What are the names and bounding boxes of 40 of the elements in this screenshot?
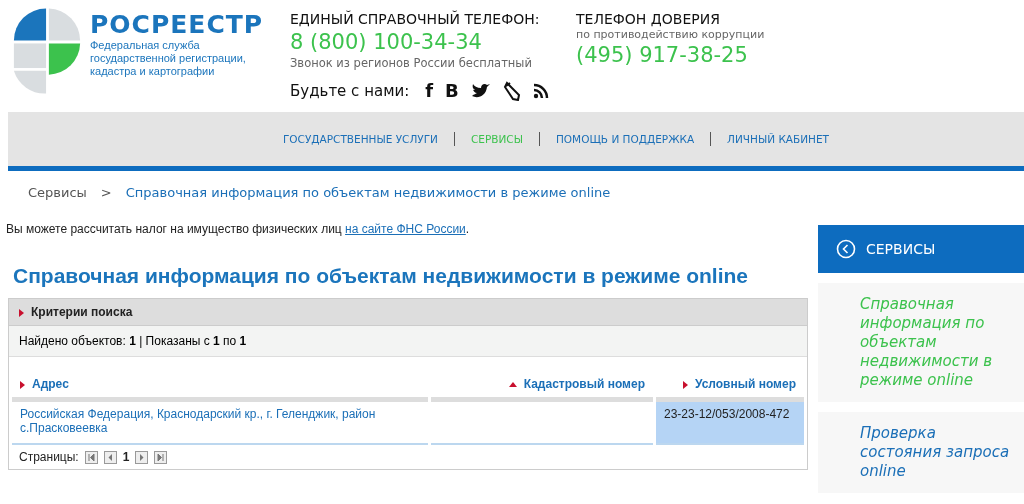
page-title: Справочная информация по объектам недвижимости в режиме online xyxy=(13,264,750,288)
social-link[interactable]: f xyxy=(425,80,434,101)
nav-item[interactable]: ЛИЧНЫЙ КАБИНЕТ xyxy=(727,133,830,145)
breadcrumb-separator: > xyxy=(100,185,112,200)
breadcrumb-link[interactable]: Справочная информация по объектам недвижимости в режиме online xyxy=(125,185,611,200)
table-cell: Российская Федерация, Краснодарский кр., г. Геленджик, район с.Прасковеевка xyxy=(12,402,428,445)
bird-icon[interactable] xyxy=(470,82,491,99)
notice-text: Вы можете рассчитать налог на имущество физических лиц на сайте ФНС России. xyxy=(6,222,471,236)
column-header[interactable]: Адрес xyxy=(20,377,69,391)
table-cell: 23-23-12/053/2008-472 xyxy=(656,402,804,445)
trust-line-title: ТЕЛЕФОН ДОВЕРИЯ xyxy=(576,10,721,28)
hotline-title: ЕДИНЫЙ СПРАВОЧНЫЙ ТЕЛЕФОН: xyxy=(290,10,541,28)
first-page-icon[interactable] xyxy=(84,450,98,464)
nav-item[interactable]: ГОСУДАРСТВЕННЫЕ УСЛУГИ xyxy=(282,133,438,145)
search-criteria-toggle[interactable]: Критерии поиска xyxy=(9,299,807,325)
trust-line-phone: (495) 917-38-25 xyxy=(576,42,749,69)
previous-page-icon[interactable] xyxy=(103,450,117,464)
sidebar-title: СЕРВИСЫ xyxy=(866,241,936,257)
pager-label: Страницы: xyxy=(19,450,79,464)
pencil-icon[interactable] xyxy=(502,80,521,101)
logo-title: РОСРЕЕСТР xyxy=(90,10,265,39)
column-header[interactable]: Кадастровый номер xyxy=(508,377,645,391)
next-page-icon[interactable] xyxy=(135,450,149,464)
column-header[interactable]: Условный номер xyxy=(682,377,796,391)
current-page: 1 xyxy=(122,450,130,464)
results-summary: Найдено объектов: 1 | Показаны с 1 по 1 xyxy=(19,334,247,348)
hotline-phone: 8 (800) 100-34-34 xyxy=(290,29,483,56)
sidebar-item[interactable]: Проверка состояния запроса online xyxy=(818,412,1024,493)
sidebar-header[interactable]: СЕРВИСЫ xyxy=(818,225,1024,273)
social-label: Будьте с нами: xyxy=(290,81,410,100)
fns-link[interactable]: на сайте ФНС России xyxy=(345,222,466,236)
nav-item[interactable]: ПОМОЩЬ И ПОДДЕРЖКА xyxy=(555,133,695,145)
logo-subtitle: Федеральная служба государственной регистрации, кадастра и картографии xyxy=(90,39,247,78)
rss-icon[interactable] xyxy=(532,82,549,99)
social-link[interactable]: B xyxy=(445,80,459,101)
back-icon[interactable] xyxy=(836,239,856,259)
breadcrumb-link[interactable]: Сервисы xyxy=(28,185,87,200)
hotline-note: Звонок из регионов России бесплатный xyxy=(290,56,533,70)
last-page-icon[interactable] xyxy=(154,450,168,464)
trust-line-note: по противодействию коррупции xyxy=(576,28,765,41)
